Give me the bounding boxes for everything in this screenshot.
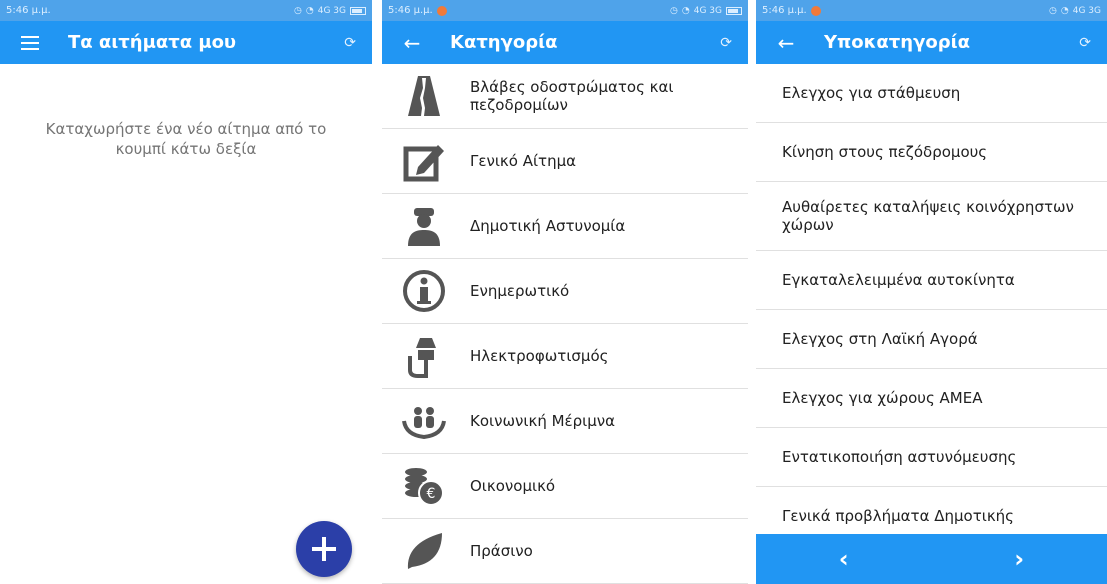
network-label: 4G 3G [693,5,722,16]
refresh-icon[interactable]: ⟳ [344,35,356,51]
category-label: Πράσινο [470,542,533,560]
subcategory-item[interactable]: Εγκαταλελειμμένα αυτοκίνητα [756,251,1107,310]
page-title: Τα αιτήματα μου [68,32,237,53]
category-label: Κοινωνική Μέριμνα [470,412,616,430]
street-lamp-icon [400,332,448,380]
svg-text:€: € [427,486,436,502]
subcategory-item[interactable]: Αυθαίρετες καταλήψεις κοινόχρηστων χώρων [756,182,1107,251]
subcategory-item[interactable]: Κίνηση στους πεζόδρομους [756,123,1107,182]
previous-page-button[interactable]: ‹ [814,545,874,573]
screen-category: 5:46 μ.μ. ◷ ◔ 4G 3G ← Κατηγορία ⟳ Βλάβες… [382,0,748,584]
category-item-info[interactable]: Ενημερωτικό [382,259,748,324]
bottom-nav-bar: ‹ › [756,534,1107,584]
category-label: Βλάβες οδοστρώματος και πεζοδρομίων [470,78,674,114]
network-label: 4G 3G [317,5,346,16]
battery-icon [350,6,366,15]
leaf-icon [400,527,448,575]
status-bar: 5:46 μ.μ. ◷ ◔ 4G 3G [0,0,372,21]
category-label: Ενημερωτικό [470,282,570,300]
subcategory-item[interactable]: Ελεγχος για χώρους ΑΜΕΑ [756,369,1107,428]
page-title: Κατηγορία [450,32,558,53]
back-arrow-icon[interactable]: ← [772,33,800,53]
refresh-icon[interactable]: ⟳ [1079,35,1091,51]
alarm-icon: ◷ [294,5,302,16]
road-icon [400,72,448,120]
status-time: 5:46 μ.μ. [6,5,51,16]
screen-my-requests: 5:46 μ.μ. ◷ ◔ 4G 3G Τα αιτήματα μου ⟳ Κα… [0,0,372,584]
screen-subcategory: 5:46 μ.μ. ◷ ◔ 4G 3G ← Υποκατηγορία ⟳ Ελε… [756,0,1107,584]
network-label: 4G 3G [1072,5,1101,16]
category-label: Γενικό Αίτημα [470,152,577,170]
category-label: Οικονομικό [470,477,556,495]
notification-icon [810,5,821,16]
app-bar: ← Υποκατηγορία ⟳ [756,21,1107,64]
page-title: Υποκατηγορία [824,32,970,53]
category-item-general[interactable]: Γενικό Αίτημα [382,129,748,194]
plus-icon [312,537,336,561]
category-item-lighting[interactable]: Ηλεκτροφωτισμός [382,324,748,389]
wifi-icon: ◔ [1060,5,1069,16]
category-item-road[interactable]: Βλάβες οδοστρώματος και πεζοδρομίων [382,64,748,129]
subcategory-item[interactable]: Ελεγχος στη Λαϊκή Αγορά [756,310,1107,369]
wifi-icon: ◔ [305,5,314,16]
wifi-icon: ◔ [681,5,690,16]
category-item-finance[interactable]: € Οικονομικό [382,454,748,519]
subcategory-item[interactable]: Ελεγχος για στάθμευση [756,64,1107,123]
police-icon [400,202,448,250]
notification-icon [436,5,447,16]
info-icon [400,267,448,315]
edit-icon [400,137,448,185]
subcategory-list: Ελεγχος για στάθμευση Κίνηση στους πεζόδ… [756,64,1107,546]
empty-state-message: Καταχωρήστε ένα νέο αίτημα από το κουμπί… [45,120,327,158]
subcategory-item[interactable]: Εντατικοποιήση αστυνόμευσης [756,428,1107,487]
alarm-icon: ◷ [1049,5,1057,16]
category-label: Ηλεκτροφωτισμός [470,347,609,365]
menu-icon[interactable] [16,35,44,50]
status-time: 5:46 μ.μ. [762,5,807,16]
back-arrow-icon[interactable]: ← [398,33,426,53]
category-item-social[interactable]: Κοινωνική Μέριμνα [382,389,748,454]
add-request-button[interactable] [296,521,352,577]
app-bar: Τα αιτήματα μου ⟳ [0,21,372,64]
battery-icon [726,6,742,15]
status-bar: 5:46 μ.μ. ◷ ◔ 4G 3G [382,0,748,21]
next-page-button[interactable]: › [989,545,1049,573]
category-label: Δημοτική Αστυνομία [470,217,626,235]
coins-euro-icon: € [400,462,448,510]
status-time: 5:46 μ.μ. [388,5,433,16]
category-item-police[interactable]: Δημοτική Αστυνομία [382,194,748,259]
refresh-icon[interactable]: ⟳ [720,35,732,51]
category-list: Βλάβες οδοστρώματος και πεζοδρομίων Γενι… [382,64,748,584]
category-item-green[interactable]: Πράσινο [382,519,748,584]
app-bar: ← Κατηγορία ⟳ [382,21,748,64]
status-bar: 5:46 μ.μ. ◷ ◔ 4G 3G [756,0,1107,21]
social-care-icon [400,397,448,445]
alarm-icon: ◷ [670,5,678,16]
